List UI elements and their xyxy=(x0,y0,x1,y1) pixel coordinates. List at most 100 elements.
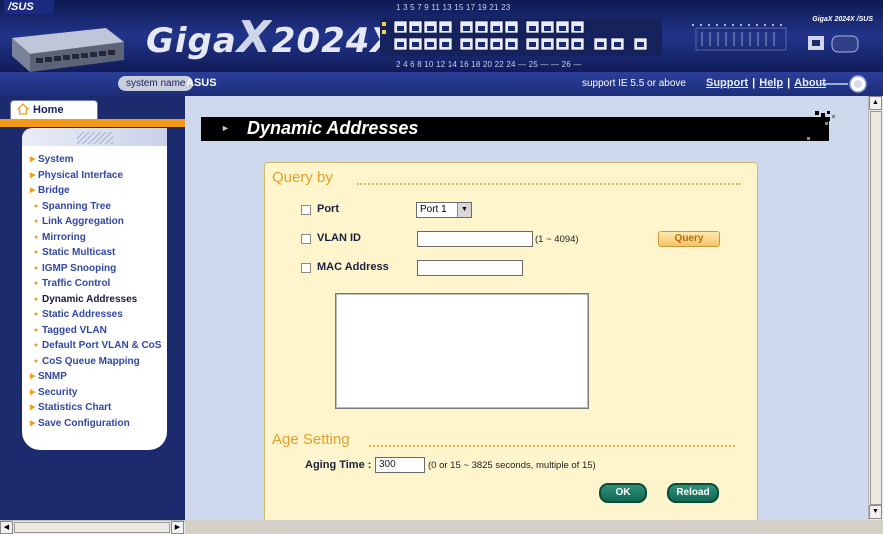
title-arrow-icon: ► xyxy=(221,123,230,133)
scroll-right-icon[interactable]: ▶ xyxy=(171,521,184,534)
age-section-title: Age Setting xyxy=(272,431,350,448)
bullet-icon: ● xyxy=(34,264,39,272)
nav-item[interactable]: ▶ Save Configuration xyxy=(30,416,165,432)
port-numbers-bottom: 2 4 6 8 10 12 14 16 18 20 22 24 — 25 — —… xyxy=(396,60,582,69)
asus-logo: /SUS xyxy=(4,0,54,14)
port-select[interactable]: Port 1 ▼ xyxy=(416,202,472,218)
results-listbox-inner xyxy=(336,294,588,408)
nav-item-label: Security xyxy=(38,386,78,398)
nav-item[interactable]: ▶ Physical Interface xyxy=(30,168,165,184)
bullet-icon: ● xyxy=(34,202,39,210)
nav-item[interactable]: ● IGMP Snooping xyxy=(30,261,165,277)
nav-item[interactable]: ▶ SNMP xyxy=(30,369,165,385)
aging-time-input[interactable]: 300 xyxy=(375,457,425,473)
vertical-scroll-thumb[interactable] xyxy=(870,111,882,505)
reload-button[interactable]: Reload xyxy=(667,483,719,503)
query-section-title: Query by xyxy=(272,169,333,186)
mac-address-input[interactable] xyxy=(417,260,523,276)
port-label: Port xyxy=(317,203,339,215)
vlan-range-hint: (1 ~ 4094) xyxy=(535,234,579,245)
port-numbers-top: 1 3 5 7 9 11 13 15 17 19 21 23 xyxy=(396,3,511,12)
system-name-label: system name xyxy=(118,76,194,91)
nav-item-label: Link Aggregation xyxy=(42,216,124,227)
nav-item-label: IGMP Snooping xyxy=(42,262,117,274)
scroll-down-icon[interactable]: ▼ xyxy=(869,505,882,519)
nav-item[interactable]: ● Spanning Tree xyxy=(30,199,165,215)
support-link[interactable]: Support xyxy=(706,77,748,89)
vlan-label: VLAN ID xyxy=(317,232,361,244)
nav-item[interactable]: ● Static Multicast xyxy=(30,245,165,261)
section-divider xyxy=(369,445,735,447)
link-separator: | xyxy=(752,77,756,89)
nav-item[interactable]: ● Static Addresses xyxy=(30,307,165,323)
top-links: Support | Help | About xyxy=(706,76,826,91)
main-content: ► Dynamic Addresses Query by Port Port 1… xyxy=(185,96,868,520)
status-strip xyxy=(185,520,868,534)
vlan-checkbox[interactable] xyxy=(301,234,311,244)
bullet-icon: ● xyxy=(34,249,39,256)
query-form-panel: Query by Port Port 1 ▼ VLAN ID (1 ~ 4094… xyxy=(264,162,758,520)
switch-front-panel-graphic xyxy=(692,24,859,53)
arrow-right-icon: ▶ xyxy=(30,373,36,380)
bullet-icon: ● xyxy=(34,280,39,287)
nav-item-label: Dynamic Addresses xyxy=(42,293,138,305)
results-listbox[interactable] xyxy=(335,293,589,409)
port-grid-graphic xyxy=(380,18,662,56)
nav-item-label: Statistics Chart xyxy=(38,402,112,413)
nav-item[interactable]: ● Tagged VLAN xyxy=(30,323,165,339)
query-button[interactable]: Query xyxy=(658,231,720,247)
vlan-id-input[interactable] xyxy=(417,231,533,247)
nav-item[interactable]: ▶ Bridge xyxy=(30,183,165,199)
nav-item[interactable]: ▶ Security xyxy=(30,385,165,401)
scroll-up-icon[interactable]: ▲ xyxy=(869,96,882,110)
nav-item-label: Static Addresses xyxy=(42,309,123,320)
nav-item[interactable]: ● Traffic Control xyxy=(30,276,165,292)
menu-panel-header xyxy=(22,128,167,146)
title-bar: ► Dynamic Addresses xyxy=(201,117,829,141)
title-decoration-icon xyxy=(801,111,835,140)
nav-item[interactable]: ● Link Aggregation xyxy=(30,214,165,230)
nav-item-label: Spanning Tree xyxy=(42,200,111,212)
menu-header-pattern xyxy=(77,132,113,144)
bullet-icon: ● xyxy=(34,218,39,225)
nav-item-label: Mirroring xyxy=(42,231,86,243)
bullet-icon: ● xyxy=(34,342,39,349)
browser-support-note: support IE 5.5 or above xyxy=(582,78,686,89)
horizontal-scroll-thumb[interactable] xyxy=(14,522,170,533)
home-stripe xyxy=(0,119,185,127)
arrow-right-icon: ▶ xyxy=(30,187,36,194)
help-link[interactable]: Help xyxy=(759,77,783,89)
port-select-value: Port 1 xyxy=(420,204,447,215)
nav-item[interactable]: ▶ System xyxy=(30,152,165,168)
switch-device-image xyxy=(12,28,124,72)
nav-item-label: Static Multicast xyxy=(42,247,116,258)
nav-item[interactable]: ● CoS Queue Mapping xyxy=(30,354,165,370)
horizontal-scrollbar[interactable]: ◀ ▶ xyxy=(0,520,185,534)
right-brand-label: GigaX 2024X /SUS xyxy=(812,16,873,23)
bullet-icon: ● xyxy=(34,311,39,318)
scroll-corner xyxy=(868,520,883,534)
mac-label: MAC Address xyxy=(317,261,389,273)
nav-item-label: Traffic Control xyxy=(42,278,111,289)
chevron-down-icon[interactable]: ▼ xyxy=(457,203,471,217)
nav-item[interactable]: ● Dynamic Addresses xyxy=(30,292,165,308)
brand-giga: Giga xyxy=(146,21,237,61)
nav-item-label: CoS Queue Mapping xyxy=(42,355,140,367)
ok-button[interactable]: OK xyxy=(599,483,647,503)
link-separator: | xyxy=(787,77,791,89)
arrow-right-icon: ▶ xyxy=(30,419,36,427)
vertical-scrollbar[interactable]: ▲ ▼ xyxy=(868,96,883,520)
aging-time-label: Aging Time : xyxy=(305,459,372,471)
mac-checkbox[interactable] xyxy=(301,263,311,273)
scroll-left-icon[interactable]: ◀ xyxy=(0,521,13,534)
arrow-right-icon: ▶ xyxy=(30,171,36,179)
arrow-right-icon: ▶ xyxy=(30,404,36,411)
nav-item[interactable]: ▶ Statistics Chart xyxy=(30,400,165,416)
bullet-icon: ● xyxy=(34,233,39,241)
port-checkbox[interactable] xyxy=(301,205,311,215)
nav-item-label: Save Configuration xyxy=(38,417,130,429)
home-icon xyxy=(17,103,29,115)
nav-item[interactable]: ● Mirroring xyxy=(30,230,165,246)
page-title: Dynamic Addresses xyxy=(247,118,419,138)
nav-item[interactable]: ● Default Port VLAN & CoS xyxy=(30,338,165,354)
